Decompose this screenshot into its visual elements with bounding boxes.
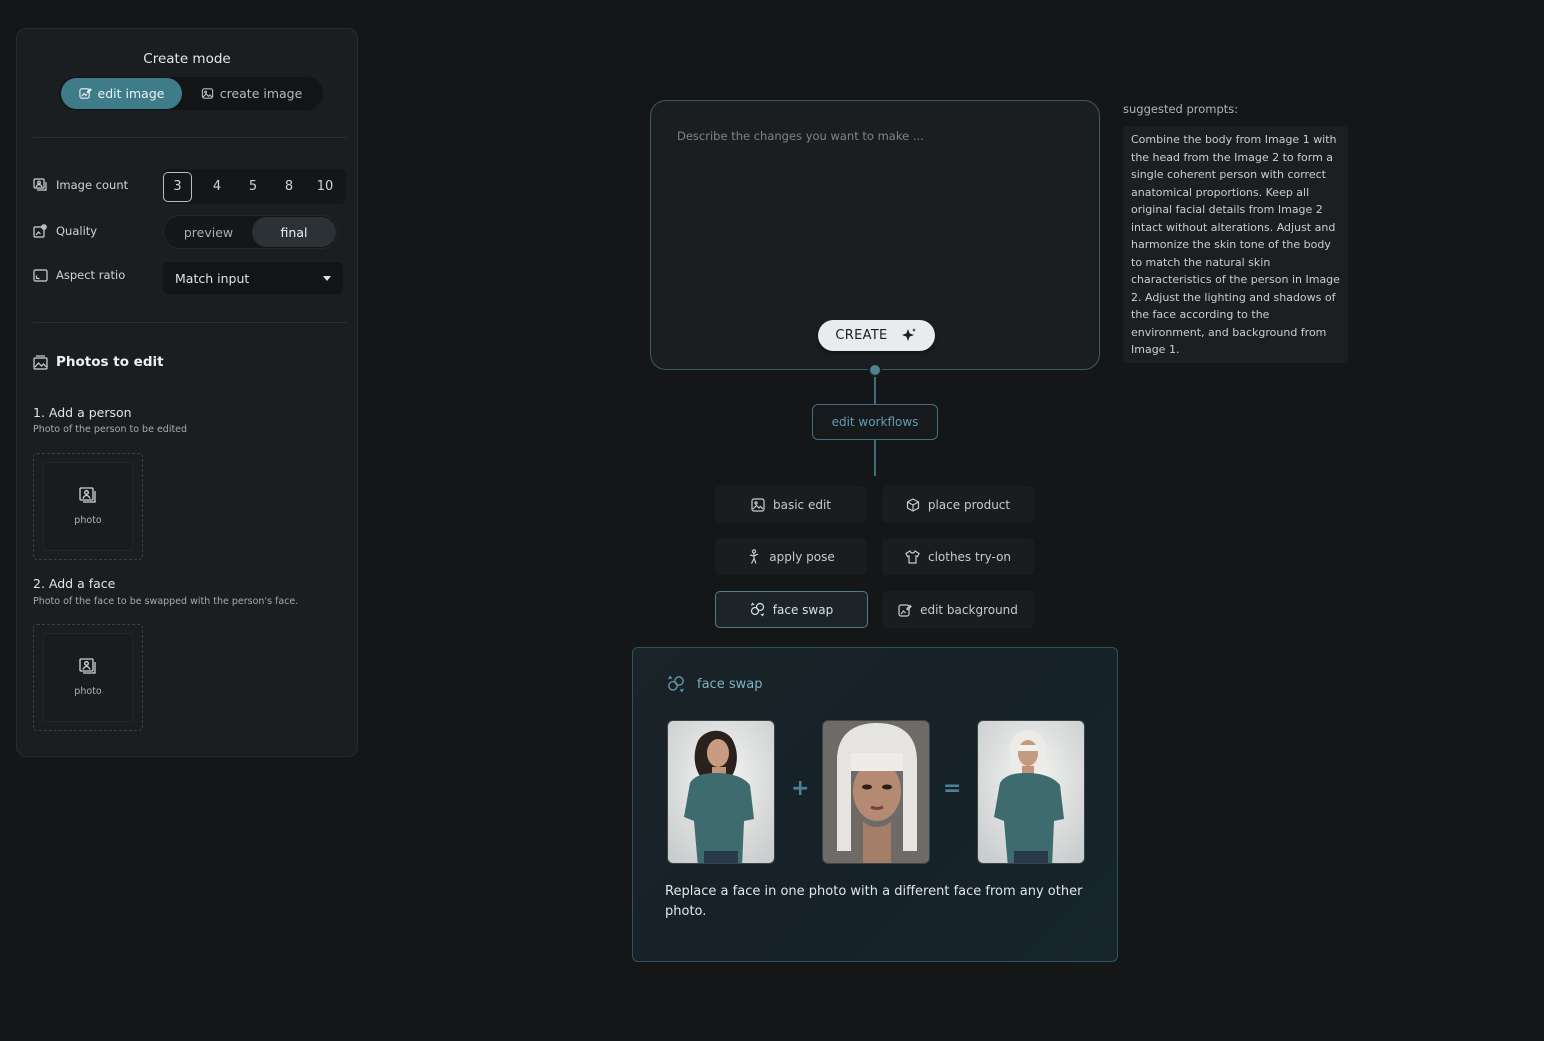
create-mode-title: Create mode xyxy=(143,51,231,67)
workflow-basic-edit[interactable]: basic edit xyxy=(715,486,867,523)
image-count-option[interactable]: 8 xyxy=(271,172,307,202)
step-title: 2. Add a face xyxy=(33,576,116,591)
connector-line xyxy=(874,440,876,476)
person-photo-upload[interactable]: photo xyxy=(33,453,143,560)
aspect-ratio-value: Match input xyxy=(175,270,250,286)
workflow-label: face swap xyxy=(772,602,834,617)
create-button[interactable]: CREATE xyxy=(818,320,935,351)
prompt-input[interactable] xyxy=(677,129,1077,309)
workflow-label: basic edit xyxy=(772,497,831,512)
box-icon xyxy=(906,497,920,512)
add-photo-icon xyxy=(78,487,98,505)
quality-final-option[interactable]: final xyxy=(252,217,336,247)
face-swap-icon xyxy=(750,602,765,617)
image-count-option[interactable]: 10 xyxy=(307,172,343,202)
sparkle-icon xyxy=(900,327,918,345)
quality-preview-option[interactable]: preview xyxy=(165,217,252,247)
aspect-ratio-label: Aspect ratio xyxy=(56,268,126,282)
face-swap-icon xyxy=(667,675,685,693)
photos-to-edit-label: Photos to edit xyxy=(56,354,164,370)
workflow-detail-card: face swap + = Replace a face in one phot… xyxy=(632,647,1118,962)
pose-icon xyxy=(747,548,761,565)
workflow-place-product[interactable]: place product xyxy=(882,486,1034,523)
image-icon xyxy=(201,87,214,100)
quality-toggle: preview final xyxy=(163,215,338,249)
add-photo-icon xyxy=(78,658,98,676)
image-count-option[interactable]: 4 xyxy=(199,172,235,202)
step-title: 1. Add a person xyxy=(33,405,132,420)
face-photo-upload[interactable]: photo xyxy=(33,624,143,731)
equals-sign: = xyxy=(943,776,962,801)
suggested-prompts-label: suggested prompts: xyxy=(1123,102,1239,116)
quality-icon xyxy=(33,224,48,238)
workflow-clothes-try-on[interactable]: clothes try-on xyxy=(882,538,1034,575)
image-count-label: Image count xyxy=(56,178,129,192)
step-subtitle: Photo of the person to be edited xyxy=(33,424,188,435)
workflow-label: apply pose xyxy=(769,549,835,564)
create-image-button[interactable]: create image xyxy=(182,78,321,109)
detail-title: face swap xyxy=(697,676,763,692)
quality-row-label: Quality xyxy=(33,224,97,238)
detail-header: face swap xyxy=(667,675,762,693)
create-button-label: CREATE xyxy=(835,328,888,343)
edit-workflows-button[interactable]: edit workflows xyxy=(812,404,938,440)
photo-slot-inner: photo xyxy=(43,462,133,551)
prompt-box: CREATE xyxy=(650,100,1100,370)
plus-sign: + xyxy=(791,776,810,801)
gallery-icon xyxy=(33,354,48,370)
background-edit-icon xyxy=(898,603,912,617)
quality-label: Quality xyxy=(56,224,98,238)
divider xyxy=(33,137,347,138)
shirt-icon xyxy=(905,549,920,564)
images-icon xyxy=(33,178,48,192)
aspect-ratio-select[interactable]: Match input xyxy=(163,262,343,294)
workflow-label: place product xyxy=(927,497,1011,512)
example-result-image xyxy=(977,720,1085,864)
example-face-image xyxy=(822,720,930,864)
edit-image-button[interactable]: edit image xyxy=(61,78,182,109)
create-mode-toggle: edit image create image xyxy=(59,77,323,110)
image-count-selector: 3 4 5 8 10 xyxy=(163,169,346,204)
image-edit-icon xyxy=(751,497,765,512)
photo-slot-label: photo xyxy=(74,515,102,526)
photo-slot-label: photo xyxy=(74,686,102,697)
image-count-option[interactable]: 5 xyxy=(235,172,271,202)
detail-description: Replace a face in one photo with a diffe… xyxy=(665,884,1083,919)
aspect-ratio-row-label: Aspect ratio xyxy=(33,268,125,282)
suggested-prompt[interactable]: Combine the body from Image 1 with the h… xyxy=(1123,126,1348,363)
aspect-ratio-icon xyxy=(33,268,48,282)
divider xyxy=(33,322,347,323)
edit-image-icon xyxy=(78,87,92,100)
settings-panel: Create mode edit image create image Imag… xyxy=(16,28,358,757)
step-subtitle: Photo of the face to be swapped with the… xyxy=(33,596,299,607)
example-person-image xyxy=(667,720,775,864)
image-count-row-label: Image count xyxy=(33,178,128,192)
workflow-label: edit background xyxy=(920,602,1018,617)
workflow-edit-background[interactable]: edit background xyxy=(882,591,1034,628)
photos-section-title: Photos to edit xyxy=(33,354,164,370)
photo-slot-inner: photo xyxy=(43,633,133,722)
connector-line xyxy=(874,377,876,404)
image-count-option[interactable]: 3 xyxy=(163,171,192,202)
workflow-label: clothes try-on xyxy=(927,549,1012,564)
workflow-apply-pose[interactable]: apply pose xyxy=(715,538,867,575)
edit-image-label: edit image xyxy=(97,86,165,101)
connector-node xyxy=(868,363,882,377)
create-image-label: create image xyxy=(219,86,303,101)
workflow-face-swap[interactable]: face swap xyxy=(715,591,868,628)
chevron-down-icon xyxy=(323,275,331,281)
